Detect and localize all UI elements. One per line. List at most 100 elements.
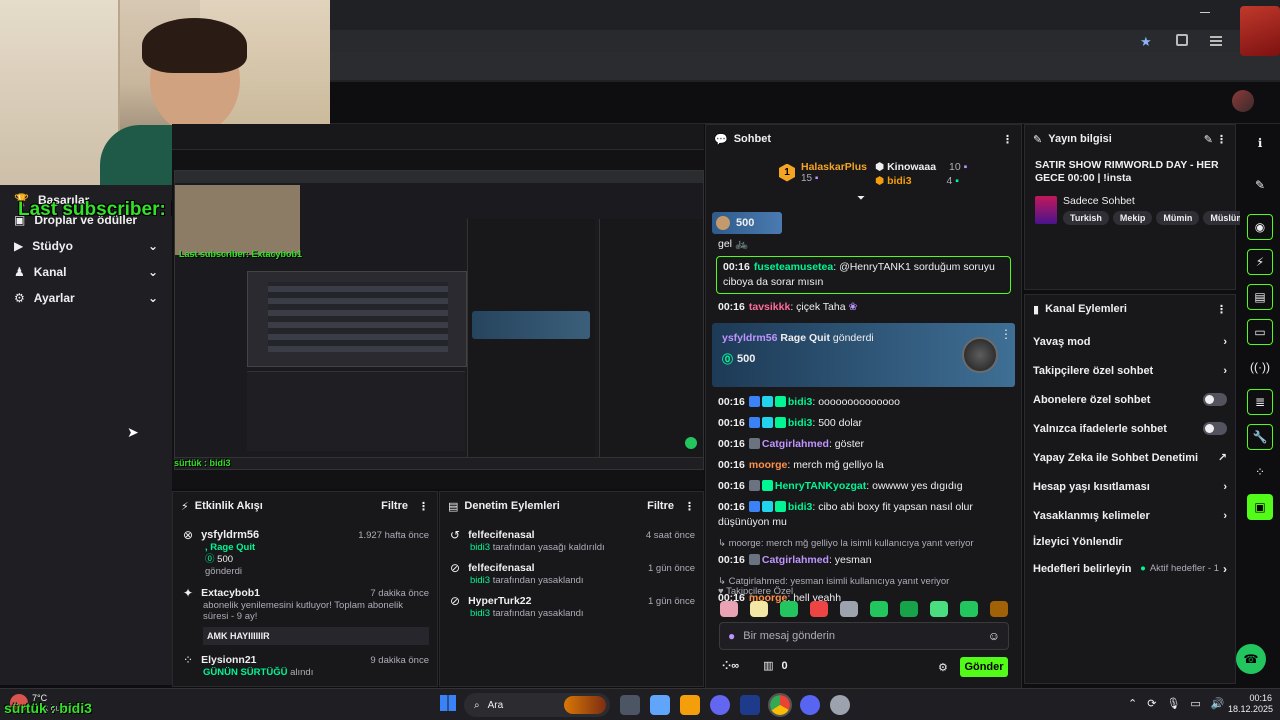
taskbar-search[interactable]: ⌕ Ara [464, 693, 610, 717]
category-name: Sadece Sohbet [1063, 195, 1135, 207]
action-banned-words[interactable]: Yasaklanmış kelimeler › [1025, 501, 1235, 530]
action-slow-mode[interactable]: Yavaş mod › [1025, 327, 1235, 356]
stack-icon[interactable]: ≣ [1247, 389, 1273, 415]
support-icon[interactable]: ☎ [1236, 644, 1266, 674]
action-subscribers-only[interactable]: Abonelere özel sohbet [1025, 385, 1235, 414]
app-icon[interactable]: ▣ [1247, 494, 1273, 520]
action-emote-only[interactable]: Yalnızca ifadelerle sohbet [1025, 414, 1235, 443]
info-icon[interactable]: ℹ [1247, 130, 1273, 156]
pencil-icon[interactable]: ✎ [1247, 172, 1273, 198]
more-options-icon[interactable]: ⋮ [418, 500, 429, 513]
stream-title: SATIR SHOW RIMWORLD DAY - HER GECE 00:00… [1035, 159, 1219, 184]
tag-chip[interactable]: Mekip [1112, 211, 1153, 225]
user-avatar[interactable] [1232, 90, 1254, 112]
chat-message: 00:16 bidi3: cibo abi boxy fit yapsan nas… [718, 501, 973, 528]
send-button[interactable]: Gönder [960, 657, 1008, 677]
filter-button[interactable]: Filtre [647, 500, 674, 512]
edit-icon[interactable]: ✎ ⋮ [1204, 133, 1227, 146]
sidebar-item-settings[interactable]: ⚙ Ayarlar ⌄ [0, 285, 172, 311]
minimize-icon[interactable] [1200, 12, 1210, 13]
points-pill[interactable]: 500 [712, 212, 782, 234]
taskbar: 7°C Çok bulutlu ⌕ Ara ⌃ ⟳ 🎙 ▭ 🔊 00:16 18.12… [0, 688, 1280, 720]
subscribers-only-toggle[interactable] [1203, 393, 1227, 406]
chat-settings-icon[interactable]: ⚙ [938, 661, 948, 674]
moderation-item: ⊘ HyperTurk22 1 gün önce bidi3 tarafından … [450, 594, 695, 619]
emote-icon[interactable] [780, 601, 798, 617]
steam-icon[interactable] [740, 695, 760, 715]
folder-icon[interactable] [680, 695, 700, 715]
emote-icon[interactable] [960, 601, 978, 617]
chat-message-highlighted: 00:16 fuseteamusetea: @HenryTANK1 sorduğu… [716, 256, 1011, 294]
obs-icon[interactable] [830, 695, 850, 715]
more-options-icon[interactable]: ⋮ [684, 500, 695, 513]
more-options-icon[interactable]: ⋮ [1002, 133, 1013, 146]
emote-icon[interactable] [840, 601, 858, 617]
emoji-icon[interactable]: ☺ [988, 629, 1000, 643]
action-goals[interactable]: Hedefleri belirleyin ● Aktif hedefler - 1 › [1025, 554, 1235, 583]
app-icon[interactable] [710, 695, 730, 715]
calculator-icon[interactable] [650, 695, 670, 715]
address-bar[interactable] [330, 30, 1280, 52]
chat-icon[interactable]: ▭ [1247, 319, 1273, 345]
volume-icon[interactable]: 🔊 [1211, 697, 1225, 710]
chevron-down-icon: ⌄ [147, 239, 158, 253]
action-raid[interactable]: İzleyici Yönlendir [1025, 530, 1235, 554]
emote-icon[interactable] [990, 601, 1008, 617]
inner-taskbar [175, 457, 703, 469]
leaderboard-second-name: Kinowaaa [887, 161, 937, 173]
sidebar-item-studio[interactable]: ▶ Stüdyo ⌄ [0, 233, 172, 259]
emote-icon[interactable] [870, 601, 888, 617]
action-followers-only[interactable]: Takipçilere özel sohbet › [1025, 356, 1235, 385]
clock[interactable]: 00:16 18.12.2025 [1228, 693, 1273, 715]
emote-icon[interactable] [810, 601, 828, 617]
users-icon: ♟ [14, 265, 25, 279]
sidebar-item-channel[interactable]: ♟ Kanal ⌄ [0, 259, 172, 285]
chat-bubble-icon: 💬 [714, 133, 728, 146]
wrench-icon[interactable]: 🔧 [1247, 424, 1273, 450]
chevron-down-icon: ⌄ [147, 265, 158, 279]
category-row: Sadece Sohbet Turkish Mekip Mümin Müslüm [1035, 195, 1255, 225]
chrome-icon[interactable] [768, 693, 792, 717]
camera-icon[interactable]: ◉ [1247, 214, 1273, 240]
more-options-icon[interactable]: ⋮ [1216, 303, 1227, 316]
emote-icon[interactable] [720, 601, 738, 617]
avatar [716, 216, 730, 230]
chat-input[interactable]: ● Bir mesaj gönderin ☺ [719, 622, 1009, 650]
preview-header [172, 124, 704, 150]
community-icon[interactable]: ⁘ [1247, 459, 1273, 485]
lightning-icon[interactable]: ⚡ [1247, 249, 1273, 275]
filter-button[interactable]: Filtre [381, 500, 408, 512]
action-ai-moderation[interactable]: Yapay Zeka ile Sohbet Denetimi ↗ [1025, 443, 1235, 472]
clipboard-icon[interactable]: ▤ [1247, 284, 1273, 310]
tag-chip[interactable]: Mümin [1156, 211, 1200, 225]
mic-icon[interactable]: ● [728, 629, 735, 643]
gift-icon[interactable]: ▥ [763, 659, 773, 672]
moderation-header: ▤ Denetim Eylemleri Filtre ⋮ [448, 500, 695, 513]
emote-icon[interactable] [750, 601, 768, 617]
sync-icon[interactable]: ⟳ [1147, 697, 1156, 710]
moderation-item: ⊘ felfecifenasal 1 gün önce bidi3 tarafınd… [450, 561, 695, 586]
monitor-icon[interactable]: ▭ [1190, 697, 1200, 710]
mic-icon[interactable]: 🎙 [1166, 697, 1180, 710]
menu-icon[interactable] [1210, 36, 1222, 38]
activity-item: ✦ Extacybob1 7 dakika önce abonelik yenile… [173, 578, 437, 645]
emote-icon[interactable] [900, 601, 918, 617]
action-account-age[interactable]: Hesap yaşı kısıtlaması › [1025, 472, 1235, 501]
expand-icon[interactable]: ⏷ [857, 193, 865, 204]
extensions-icon[interactable] [1176, 34, 1188, 46]
chevron-up-icon[interactable]: ⌃ [1128, 697, 1137, 710]
emote-only-toggle[interactable] [1203, 422, 1227, 435]
windows-start-icon[interactable] [440, 695, 456, 711]
emote-icon[interactable] [930, 601, 948, 617]
tag-chip[interactable]: Turkish [1063, 211, 1109, 225]
inner-bottom-overlay: sürtük : bidi3 [174, 458, 231, 468]
bookmark-star-icon[interactable]: ★ [1140, 34, 1152, 50]
preview-screen-capture: Last subscriber: Extacybob1 [174, 170, 704, 470]
discord-icon[interactable] [800, 695, 820, 715]
broadcast-icon[interactable]: ((·)) [1247, 354, 1273, 380]
task-view-icon[interactable] [620, 695, 640, 715]
taskbar-apps [620, 693, 850, 717]
more-options-icon[interactable]: ⋮ [1000, 327, 1012, 341]
chat-message: 00:16 tavsikkk: çiçek Taha ❀ [718, 301, 858, 313]
infinity-icon[interactable]: ⁘∞ [722, 659, 739, 672]
